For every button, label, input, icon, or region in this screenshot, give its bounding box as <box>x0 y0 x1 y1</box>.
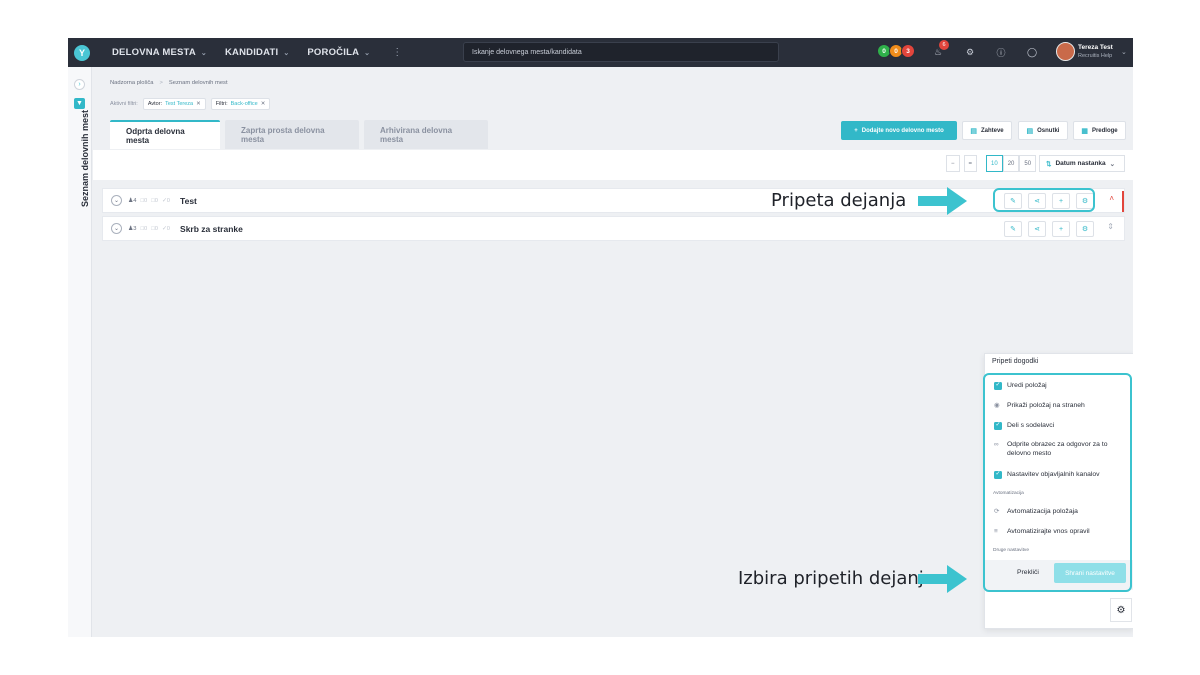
shield-icon[interactable]: ◯ <box>1026 46 1038 58</box>
template-icon: ▦ <box>1081 127 1088 135</box>
job-title[interactable]: Test <box>180 196 197 206</box>
page-size-50[interactable]: 50 <box>1019 155 1037 172</box>
left-rail: › ▼ Seznam delovnih mest <box>68 67 92 637</box>
tab-open-jobs[interactable]: Odprta delovna mesta <box>110 120 220 149</box>
active-filters-label: Aktivni filtri: <box>110 101 138 107</box>
filter-chip-filters[interactable]: Filtri: Back-office ✕ <box>210 98 271 110</box>
templates-button[interactable]: ▦ Predloge <box>1073 121 1126 140</box>
sort-icon: ⇅ <box>1046 160 1052 168</box>
panel-title: Pripeti dogodki <box>992 358 1039 365</box>
panel-highlight <box>983 373 1132 592</box>
sort-label: Datum nastanka <box>1055 160 1106 167</box>
annotation-pinned-actions: Pripeta dejanja <box>771 190 907 211</box>
chip-key: Avtor: <box>147 101 163 107</box>
chevron-down-icon: ⌄ <box>364 49 371 57</box>
user-name[interactable]: Tereza Test <box>1078 44 1113 51</box>
notification-badge: 6 <box>939 40 949 50</box>
more-menu-icon[interactable]: ⋮ <box>392 47 402 58</box>
draft-icon: ▤ <box>1026 127 1034 135</box>
breadcrumb-current: Seznam delovnih mest <box>168 80 228 86</box>
nav-reports-label: POROČILA <box>307 47 360 58</box>
chevron-down-icon[interactable]: ⌄ <box>111 223 122 234</box>
app-window: Y DELOVNA MESTA ⌄ KANDIDATI ⌄ POROČILA ⌄… <box>68 38 1133 637</box>
comments-count: □0 <box>140 197 148 204</box>
requests-label: Zahteve <box>980 127 1004 134</box>
hired-count: ✓0 <box>161 225 171 232</box>
chevron-down-icon: ⌄ <box>200 49 207 57</box>
page-size-selector: 10 20 50 <box>986 155 1037 172</box>
messages-count: □0 <box>151 197 158 204</box>
chip-key: Filtri: <box>215 101 228 107</box>
drafts-label: Osnutki <box>1037 127 1060 134</box>
drafts-button[interactable]: ▤ Osnutki <box>1018 121 1068 140</box>
filter-chip-author[interactable]: Avtor: Test Tereza ✕ <box>142 98 206 110</box>
chevron-down-icon: ⌄ <box>283 49 290 57</box>
page-size-10[interactable]: 10 <box>986 155 1003 172</box>
document-icon: ▤ <box>970 127 977 135</box>
nav-candidates[interactable]: KANDIDATI ⌄ <box>225 47 289 58</box>
nav-jobs[interactable]: DELOVNA MESTA ⌄ <box>112 47 207 58</box>
candidates-count: ♟4 <box>128 197 137 204</box>
user-org: Recruitis Help <box>1078 53 1113 59</box>
active-filters: Aktivni filtri: Avtor: Test Tereza ✕ Fil… <box>110 98 271 110</box>
add-job-button[interactable]: + Dodajte novo delovno mesto <box>841 121 957 140</box>
normal-view-button[interactable]: = <box>963 155 978 172</box>
plus-icon: + <box>854 127 858 134</box>
requests-button[interactable]: ▤ Zahteve <box>962 121 1012 140</box>
table-row[interactable]: ⌄ ♟4 □0 □0 ✓0 Test ✎ ⋖ + ⚙ ˄ <box>102 188 1125 213</box>
main-content: Nadzorna plošča > Seznam delovnih mest A… <box>93 67 1133 637</box>
templates-label: Predloge <box>1091 127 1118 134</box>
messages-count: □0 <box>151 225 158 232</box>
breadcrumb: Nadzorna plošča > Seznam delovnih mest <box>110 80 228 86</box>
gear-icon[interactable]: ⚙ <box>1110 598 1132 622</box>
comments-count: □0 <box>140 225 148 232</box>
breadcrumb-separator: > <box>159 80 163 86</box>
priority-high-icon[interactable]: ˄ <box>1109 194 1114 203</box>
breadcrumb-home[interactable]: Nadzorna plošča <box>110 80 154 86</box>
close-icon[interactable]: ✕ <box>196 101 201 107</box>
candidates-count: ♟3 <box>128 225 137 232</box>
share-icon[interactable]: ⋖ <box>1028 221 1046 237</box>
settings-icon[interactable]: ⚙ <box>1076 221 1094 237</box>
status-red-badge[interactable]: 3 <box>901 44 915 58</box>
priority-bar <box>1122 191 1124 212</box>
pinned-actions: ✎ ⋖ + ⚙ <box>1004 221 1094 237</box>
sidebar-title: Seznam delovnih mest <box>80 109 90 207</box>
close-icon[interactable]: ✕ <box>261 101 266 107</box>
help-icon[interactable]: ⓘ <box>995 46 1007 58</box>
filter-icon[interactable]: ▼ <box>74 98 85 109</box>
nav-candidates-label: KANDIDATI <box>224 47 279 58</box>
priority-neutral-icon[interactable]: ⇕ <box>1107 222 1114 231</box>
chip-value: Test Tereza <box>165 101 194 107</box>
density-toggle: − = <box>946 155 978 172</box>
table-row[interactable]: ⌄ ♟3 □0 □0 ✓0 Skrb za stranke ✎ ⋖ + ⚙ ⇕ <box>102 216 1125 241</box>
tab-closed-jobs[interactable]: Zaprta prosta delovna mesta <box>225 120 359 149</box>
sort-select[interactable]: ⇅ Datum nastanka ⌄ <box>1039 155 1125 172</box>
app-logo-icon[interactable]: Y <box>74 44 90 61</box>
status-counters[interactable]: 0 0 3 <box>877 44 915 58</box>
chip-value: Back-office <box>230 101 258 107</box>
nav-jobs-label: DELOVNA MESTA <box>112 47 196 58</box>
avatar[interactable] <box>1056 42 1075 61</box>
plus-icon[interactable]: + <box>1052 221 1070 237</box>
compact-view-button[interactable]: − <box>946 155 960 172</box>
chevron-down-icon[interactable]: ⌄ <box>1121 48 1127 56</box>
search-input[interactable]: Iskanje delovnega mesta/kandidata <box>463 42 779 62</box>
edit-icon[interactable]: ✎ <box>1004 221 1022 237</box>
settings-icon[interactable]: ⚙ <box>964 46 976 58</box>
annotation-picker: Izbira pripetih dejanj <box>738 568 924 589</box>
nav-reports[interactable]: POROČILA ⌄ <box>307 47 370 58</box>
page-size-20[interactable]: 20 <box>1002 155 1020 172</box>
add-job-label: Dodajte novo delovno mesto <box>861 127 944 134</box>
tab-archived-jobs[interactable]: Arhivirana delovna mesta <box>364 120 488 149</box>
job-title[interactable]: Skrb za stranke <box>180 224 243 234</box>
pinned-actions-highlight <box>993 188 1095 212</box>
job-tabs: Odprta delovna mesta Zaprta prosta delov… <box>110 120 488 149</box>
hired-count: ✓0 <box>161 197 171 204</box>
chevron-down-icon: ⌄ <box>1109 160 1116 168</box>
chevron-down-icon[interactable]: ⌄ <box>111 195 122 206</box>
expand-icon[interactable]: › <box>74 79 85 90</box>
